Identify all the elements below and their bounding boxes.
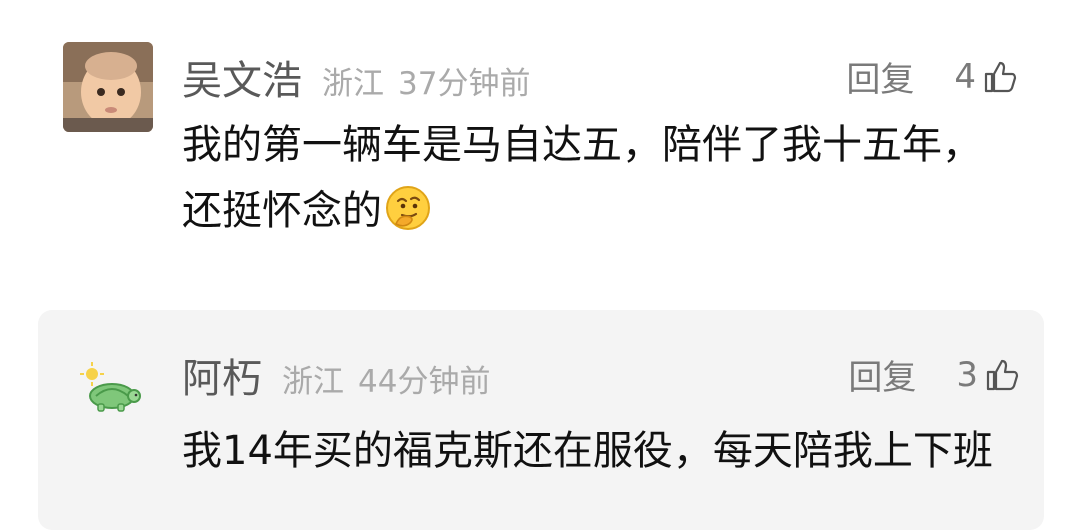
username[interactable]: 阿朽 [182, 346, 262, 404]
comment-body: 我14年买的福克斯还在服役，每天陪我上下班 [182, 428, 993, 474]
avatar[interactable] [63, 42, 153, 132]
comment-text: 我14年买的福克斯还在服役，每天陪我上下班 [182, 418, 1002, 484]
timestamp: 37分钟前 [398, 66, 531, 102]
location-label: 浙江 [322, 66, 384, 102]
location-label: 浙江 [282, 364, 344, 400]
comment-actions: 回复 3 [848, 350, 1020, 399]
comment-text: 我的第一辆车是马自达五，陪伴了我十五年，还挺怀念的 [182, 112, 1002, 244]
timestamp: 44分钟前 [358, 364, 491, 400]
comment-actions: 回复 4 [846, 52, 1018, 101]
username[interactable]: 吴文浩 [182, 48, 302, 106]
comment-meta: 吴文浩 浙江 37分钟前 [182, 48, 530, 106]
thinking-face-emoji-icon [386, 186, 430, 230]
like-count: 4 [954, 56, 976, 97]
reply-button[interactable]: 回复 [846, 52, 914, 101]
avatar-turtle-cartoon-icon [62, 340, 152, 430]
reply-item: 阿朽 浙江 44分钟前 回复 3 我14年买的福克斯还在服役，每天陪我上下班 [38, 310, 1044, 530]
reply-button[interactable]: 回复 [848, 350, 916, 399]
comment-meta: 阿朽 浙江 44分钟前 [182, 346, 490, 404]
thumbs-up-icon[interactable] [984, 357, 1020, 393]
like-count: 3 [956, 354, 978, 395]
avatar-child-photo-icon [63, 42, 153, 132]
thumbs-up-icon[interactable] [982, 59, 1018, 95]
comment-item: 吴文浩 浙江 37分钟前 回复 4 我的第一辆车是马自达五，陪伴了我十五年，还挺… [0, 0, 1080, 300]
comment-body: 我的第一辆车是马自达五，陪伴了我十五年，还挺怀念的 [182, 122, 982, 234]
avatar[interactable] [62, 340, 152, 430]
